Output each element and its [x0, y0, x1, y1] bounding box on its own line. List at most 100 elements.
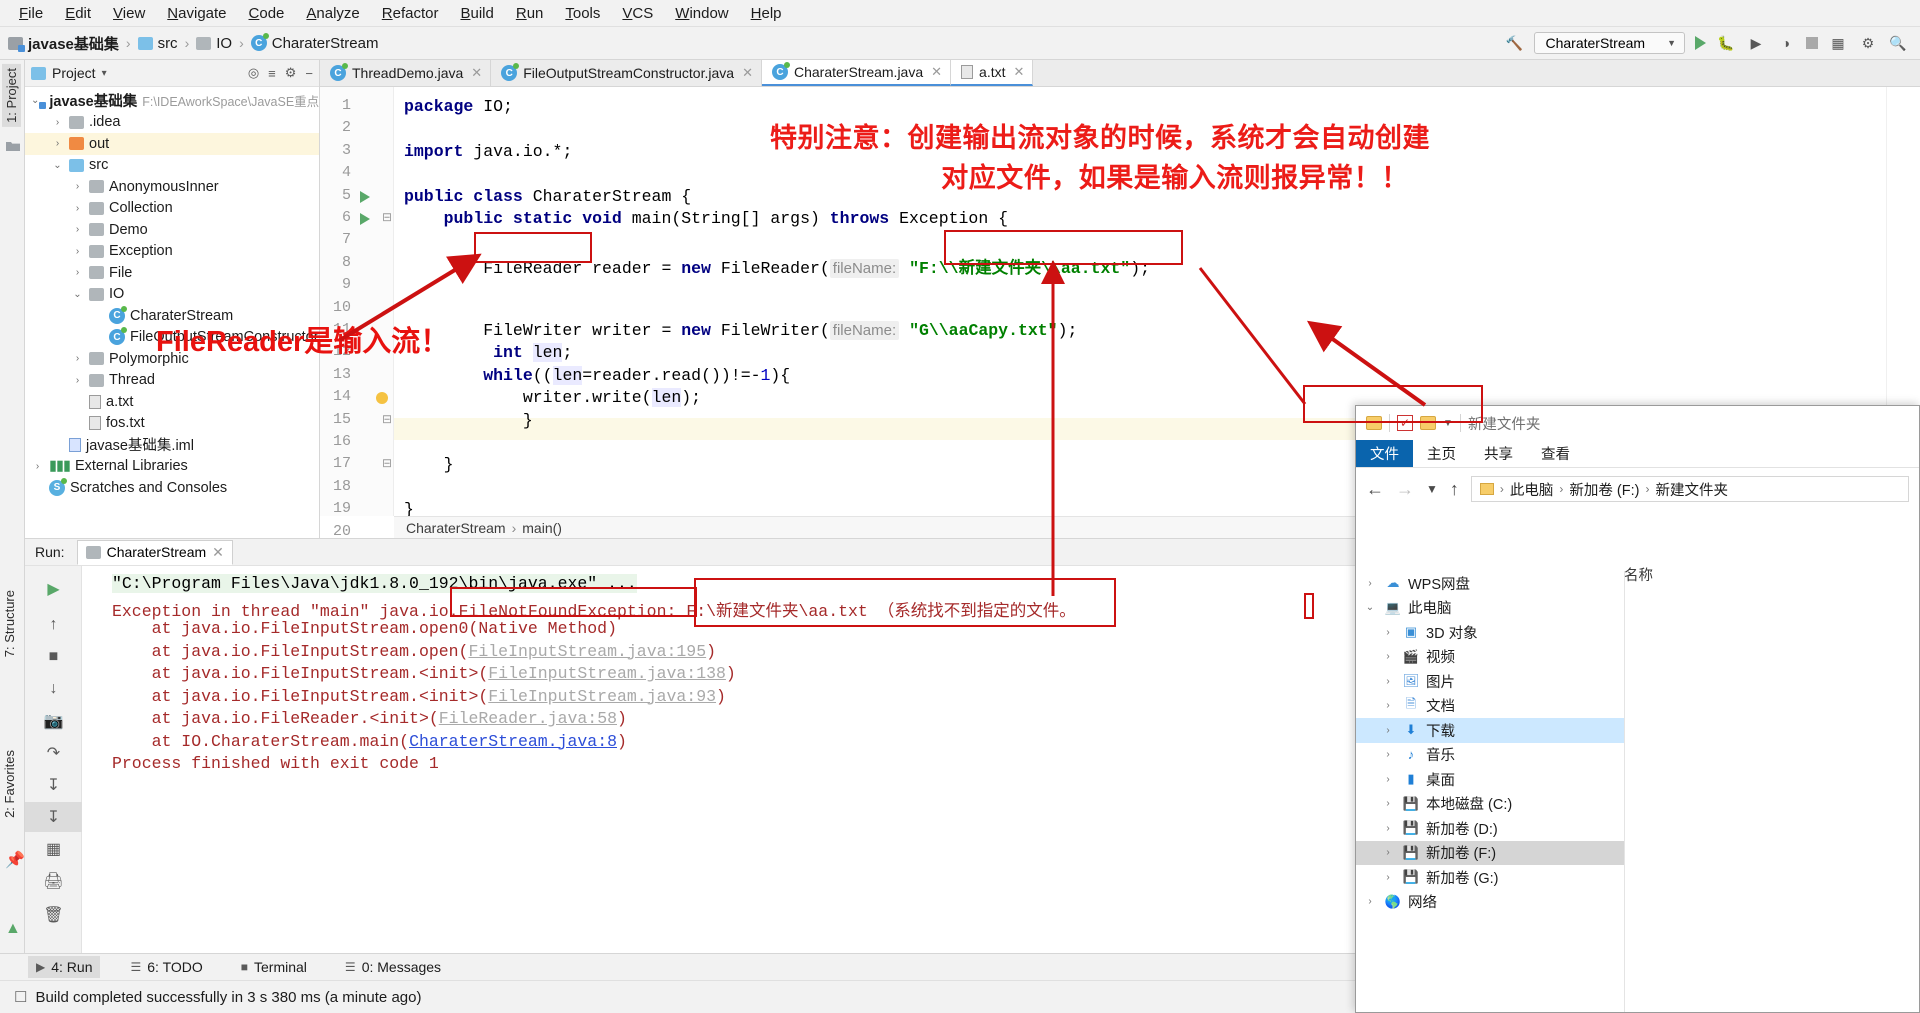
explorer-nav-item[interactable]: › 💾 新加卷 (G:)	[1356, 865, 1624, 890]
chevron-right-icon[interactable]: ›	[1380, 749, 1396, 760]
console-line[interactable]: at java.io.FileInputStream.<init>(FileIn…	[112, 687, 726, 706]
stack-link[interactable]: FileInputStream.java:195	[468, 642, 706, 661]
chevron-right-icon[interactable]: ›	[1380, 651, 1396, 662]
code-line[interactable]: package IO;	[404, 97, 513, 116]
chevron-right-icon[interactable]: ›	[71, 203, 84, 214]
tree-item[interactable]: › SScratches and Consoles	[25, 477, 319, 499]
run-with-coverage-icon[interactable]: ▶	[1746, 33, 1766, 53]
arrow-up-icon[interactable]: ↑	[25, 610, 82, 640]
code-line[interactable]: writer.write(len);	[404, 388, 701, 408]
run-button[interactable]	[1695, 36, 1706, 50]
tree-item[interactable]: ⌄ src	[25, 155, 319, 177]
explorer-nav-item[interactable]: › 💾 本地磁盘 (C:)	[1356, 792, 1624, 817]
chevron-right-icon[interactable]: ›	[71, 181, 84, 192]
stop-icon[interactable]	[1806, 37, 1818, 49]
camera-icon[interactable]: 📷	[25, 706, 82, 736]
chevron-right-icon[interactable]: ›	[1380, 774, 1396, 785]
locate-icon[interactable]: ◎	[248, 65, 259, 81]
stack-link[interactable]: FileInputStream.java:93	[488, 687, 716, 706]
menu-item-build[interactable]: Build	[449, 3, 504, 24]
console-line[interactable]: at java.io.FileReader.<init>(FileReader.…	[112, 709, 627, 728]
code-line[interactable]: }	[404, 411, 533, 430]
chevron-right-icon[interactable]: ›	[71, 418, 84, 429]
explorer-nav-item[interactable]: › 🗎 文档	[1356, 694, 1624, 719]
explorer-nav-item[interactable]: › ▣ 3D 对象	[1356, 620, 1624, 645]
editor-gutter[interactable]: 1 2 3 4 5 6 7 8 9 10 11 12 13 14 15 16 17 18 19 20 ⊟ ⊟ ⊟	[320, 87, 394, 540]
address-segment-folder[interactable]: 新建文件夹	[1655, 479, 1728, 500]
tree-item[interactable]: › Demo	[25, 219, 319, 241]
menu-item-refactor[interactable]: Refactor	[371, 3, 450, 24]
code-fold-icon[interactable]: ⊟	[382, 210, 392, 224]
menu-item-edit[interactable]: Edit	[54, 3, 102, 24]
address-bar[interactable]: › 此电脑 › 新加卷 (F:) › 新建文件夹	[1470, 476, 1909, 502]
stop-icon[interactable]: ■	[25, 642, 82, 672]
status-breadcrumb-method[interactable]: main()	[522, 520, 562, 536]
grid-icon[interactable]: ▦	[25, 834, 82, 864]
menu-item-view[interactable]: View	[102, 3, 156, 24]
chevron-right-icon[interactable]: ›	[1380, 676, 1396, 687]
project-tree[interactable]: ⌄ javase基础集 F:\IDEAworkSpace\JavaSE重点 › .ide…	[25, 87, 319, 499]
tree-item[interactable]: › Exception	[25, 241, 319, 263]
chevron-right-icon[interactable]: ›	[71, 267, 84, 278]
file-explorer-window[interactable]: ✓ ▼ 新建文件夹 文件 主页 共享 查看 ← → ▼ ↑ › 此电脑 › 新加卷 (…	[1355, 405, 1920, 1013]
print-icon[interactable]: 🖨	[25, 866, 82, 896]
back-icon[interactable]: ←	[1366, 479, 1384, 500]
console-line[interactable]: Process finished with exit code 1	[112, 754, 439, 773]
menu-item-tools[interactable]: Tools	[554, 3, 611, 24]
code-line[interactable]: public static void main(String[] args) t…	[404, 209, 1008, 228]
arrow-down-icon[interactable]: ↓	[25, 674, 82, 704]
explorer-nav-item[interactable]: › 💾 新加卷 (D:)	[1356, 816, 1624, 841]
trash-icon[interactable]: 🗑	[25, 900, 82, 930]
hammer-icon[interactable]: 🔨	[1504, 33, 1524, 53]
scroll-to-end-selected-icon[interactable]: ↧	[25, 802, 82, 832]
code-line[interactable]: public class CharaterStream {	[404, 187, 691, 206]
address-segment-drive-f[interactable]: 新加卷 (F:)	[1569, 479, 1639, 500]
breadcrumb-class[interactable]: C CharaterStream	[250, 33, 378, 52]
console-line[interactable]: at IO.CharaterStream.main(CharaterStream…	[112, 732, 627, 751]
explorer-nav-item[interactable]: › ⬇ 下载	[1356, 718, 1624, 743]
stack-link[interactable]: FileReader.java:58	[439, 709, 617, 728]
menu-item-window[interactable]: Window	[664, 3, 739, 24]
console-line[interactable]: at java.io.FileInputStream.open(FileInpu…	[112, 642, 716, 661]
tree-item[interactable]: › AnonymousInner	[25, 176, 319, 198]
explorer-ribbon-tab[interactable]: 文件	[1356, 440, 1413, 467]
chevron-right-icon[interactable]: ›	[1380, 627, 1396, 638]
breadcrumb-project[interactable]: javase基础集	[8, 33, 119, 54]
explorer-nav-item[interactable]: › 🖼 图片	[1356, 669, 1624, 694]
chevron-right-icon[interactable]: ›	[91, 332, 104, 343]
editor-tab[interactable]: C ThreadDemo.java ✕	[320, 60, 492, 86]
close-icon[interactable]: ✕	[931, 64, 942, 80]
breadcrumb-src[interactable]: src	[137, 35, 178, 52]
wrap-text-icon[interactable]: ↷	[25, 738, 82, 768]
chevron-down-icon[interactable]: ⌄	[51, 160, 64, 171]
tree-item[interactable]: ⌄ javase基础集 F:\IDEAworkSpace\JavaSE重点	[25, 90, 319, 112]
profile-icon[interactable]: ◑	[1776, 33, 1796, 53]
search-icon[interactable]: 🔍	[1888, 33, 1908, 53]
android-icon[interactable]: ▲	[5, 920, 21, 937]
status-breadcrumb-class[interactable]: CharaterStream	[406, 520, 506, 536]
layout-icon[interactable]: ▦	[1828, 33, 1848, 53]
forward-icon[interactable]: →	[1396, 479, 1414, 500]
tool-window-button[interactable]: ■ Terminal	[233, 956, 315, 978]
hide-icon[interactable]: −	[305, 66, 313, 81]
close-icon[interactable]: ✕	[742, 65, 753, 81]
address-segment-this-pc[interactable]: 此电脑	[1510, 479, 1554, 500]
tool-window-button[interactable]: ☰ 0: Messages	[337, 956, 449, 978]
chevron-right-icon[interactable]: ›	[71, 353, 84, 364]
tree-item[interactable]: › ▮▮▮ External Libraries	[25, 456, 319, 478]
console-line[interactable]: at java.io.FileInputStream.<init>(FileIn…	[112, 664, 736, 683]
explorer-nav-item[interactable]: › ♪ 音乐	[1356, 743, 1624, 768]
chevron-right-icon[interactable]: ›	[1380, 823, 1396, 834]
explorer-splitter[interactable]	[1624, 571, 1625, 1012]
chevron-right-icon[interactable]: ›	[71, 246, 84, 257]
tree-item[interactable]: › File	[25, 262, 319, 284]
editor-tab[interactable]: C CharaterStream.java ✕	[761, 60, 952, 86]
chevron-down-icon[interactable]: ⌄	[31, 95, 39, 106]
explorer-ribbon-tab[interactable]: 主页	[1413, 440, 1470, 467]
chevron-right-icon[interactable]: ›	[1380, 872, 1396, 883]
chevron-right-icon[interactable]: ›	[1380, 798, 1396, 809]
tool-window-button[interactable]: ▶ 4: Run	[28, 956, 101, 978]
chevron-right-icon[interactable]: ›	[51, 117, 64, 128]
up-icon[interactable]: ↑	[1450, 479, 1459, 500]
menu-item-vcs[interactable]: VCS	[611, 3, 664, 24]
